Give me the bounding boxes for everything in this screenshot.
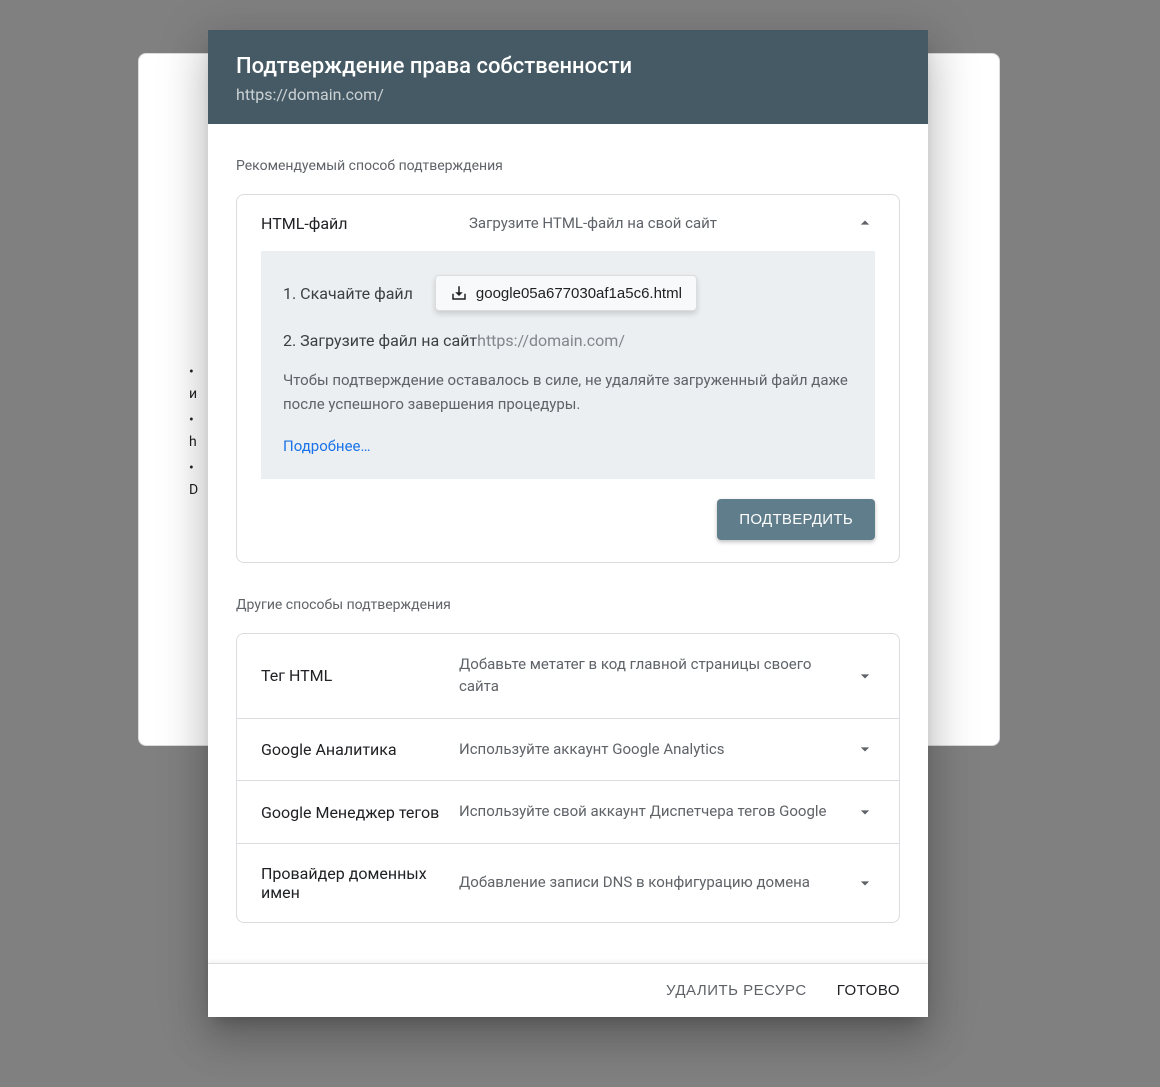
step-2-label: 2. Загрузите файл на сайт [283,331,477,350]
method-dns-provider[interactable]: Провайдер доменных имен Добавление запис… [237,843,899,922]
method-title: Тег HTML [261,666,451,685]
html-file-method-header[interactable]: HTML-файл Загрузите HTML-файл на свой са… [237,195,899,251]
method-title: Провайдер доменных имен [261,864,451,902]
bg-text-2: h [189,434,197,450]
recommended-section-label: Рекомендуемый способ подтверждения [236,158,900,174]
download-file-name: google05a677030af1a5c6.html [476,285,682,302]
dialog-subtitle: https://domain.com/ [236,85,900,104]
method-title: HTML-файл [261,214,461,233]
method-description: Загрузите HTML-файл на свой сайт [469,214,847,232]
bg-bullet-2: • [189,412,194,428]
chevron-down-icon [855,802,875,822]
other-methods-list: Тег HTML Добавьте метатег в код главной … [236,633,900,923]
chevron-down-icon [855,666,875,686]
recommended-method-card: HTML-файл Загрузите HTML-файл на свой са… [236,194,900,563]
method-description: Используйте свой аккаунт Диспетчера тего… [459,801,847,823]
bg-text-3: D [189,482,198,498]
dialog-header: Подтверждение права собственности https:… [208,30,928,124]
verify-button[interactable]: ПОДТВЕРДИТЬ [717,499,875,540]
retain-file-note: Чтобы подтверждение оставалось в силе, н… [283,368,853,416]
method-description: Добавление записи DNS в конфигурацию дом… [459,872,847,894]
confirm-row: ПОДТВЕРДИТЬ [237,499,899,562]
method-title: Google Менеджер тегов [261,803,451,822]
learn-more-link[interactable]: Подробнее… [283,437,371,455]
step-2: 2. Загрузите файл на сайт https://domain… [283,331,853,350]
chevron-down-icon [855,739,875,759]
dialog-body: Рекомендуемый способ подтверждения HTML-… [208,124,928,963]
dialog-footer: УДАЛИТЬ РЕСУРС ГОТОВО [208,963,928,1017]
chevron-down-icon [855,873,875,893]
step-1-label: 1. Скачайте файл [283,284,413,303]
ownership-verification-dialog: Подтверждение права собственности https:… [208,30,928,1017]
method-html-tag[interactable]: Тег HTML Добавьте метатег в код главной … [237,634,899,718]
method-google-analytics[interactable]: Google Аналитика Используйте аккаунт Goo… [237,718,899,781]
bg-text-1: и [189,386,197,402]
method-description: Используйте аккаунт Google Analytics [459,739,847,761]
method-description: Добавьте метатег в код главной страницы … [459,654,847,698]
html-file-method-body: 1. Скачайте файл google05a677030af1a5c6.… [261,251,875,479]
chevron-up-icon [855,213,875,233]
method-title: Google Аналитика [261,740,451,759]
method-google-tag-manager[interactable]: Google Менеджер тегов Используйте свой а… [237,780,899,843]
step-2-url: https://domain.com/ [477,331,625,350]
other-section-label: Другие способы подтверждения [236,597,900,613]
step-1: 1. Скачайте файл google05a677030af1a5c6.… [283,275,853,311]
download-icon [450,284,468,302]
download-file-button[interactable]: google05a677030af1a5c6.html [435,275,697,311]
bg-bullet-1: • [189,364,194,380]
done-button[interactable]: ГОТОВО [837,982,900,999]
remove-property-button[interactable]: УДАЛИТЬ РЕСУРС [666,982,807,999]
bg-bullet-3: • [189,460,194,476]
dialog-title: Подтверждение права собственности [236,54,900,79]
